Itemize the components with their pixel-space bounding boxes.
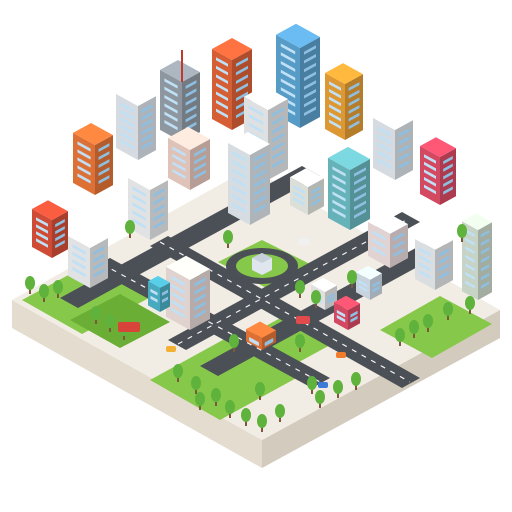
tree-crown: [275, 404, 285, 418]
tree-crown: [195, 392, 205, 406]
building-white-office: [116, 84, 156, 160]
tree-crown: [53, 280, 63, 294]
building-pink-right: [420, 137, 456, 205]
tree-crown: [223, 230, 233, 244]
car-yellow: [166, 346, 176, 352]
city-illustration: [12, 23, 500, 468]
tree-crown: [229, 334, 239, 348]
tree-crown: [347, 270, 357, 284]
tree-crown: [225, 400, 235, 414]
car-white: [298, 238, 310, 245]
building-pink-mid: [168, 126, 210, 190]
building-red-left: [32, 200, 68, 258]
tree-crown: [257, 414, 267, 428]
building-teal-office: [328, 146, 370, 230]
building-right-face: [350, 159, 370, 230]
tree-crown: [351, 372, 361, 386]
building-left-face: [328, 157, 350, 230]
tree-crown: [25, 276, 35, 290]
city-scene: [0, 0, 512, 512]
building-orange-left: [73, 123, 113, 195]
building-white-front-left: [68, 226, 108, 288]
building-white-center: [228, 131, 270, 225]
building-white-right: [373, 108, 413, 180]
building-left-face: [325, 73, 345, 140]
tree-crown: [39, 284, 49, 298]
tree-crown: [457, 224, 467, 238]
building-white-front-right: [415, 229, 453, 290]
tree-crown: [211, 388, 221, 402]
tree-crown: [191, 376, 201, 390]
tree-crown: [125, 220, 135, 234]
tree-crown: [465, 296, 475, 310]
building-yellow-office: [325, 63, 363, 140]
tree-crown: [295, 280, 305, 294]
building-cyan-small: [148, 275, 170, 312]
tree-crown: [409, 320, 419, 334]
bus-red: [118, 322, 140, 332]
tree-crown: [443, 302, 453, 316]
tree-crown: [255, 382, 265, 396]
building-right-face: [138, 96, 156, 160]
building-left-face: [160, 69, 182, 142]
car-orange: [336, 352, 346, 358]
tree-crown: [295, 334, 305, 348]
building-gray-tower: [160, 60, 200, 142]
car-red: [296, 316, 310, 324]
roundabout: [226, 248, 298, 284]
tree-crown: [91, 306, 101, 320]
car-blue: [318, 382, 328, 388]
tree-crown: [105, 314, 115, 328]
tree-crown: [173, 364, 183, 378]
tree-crown: [307, 376, 317, 390]
tree-crown: [395, 328, 405, 342]
building-red-front: [166, 255, 210, 330]
building-right-face: [345, 74, 363, 140]
tree-crown: [311, 290, 321, 304]
tree-crown: [423, 314, 433, 328]
tree-crown: [333, 380, 343, 394]
tree-crown: [315, 390, 325, 404]
tree-crown: [241, 408, 251, 422]
building-green-cylinder: [462, 213, 492, 300]
